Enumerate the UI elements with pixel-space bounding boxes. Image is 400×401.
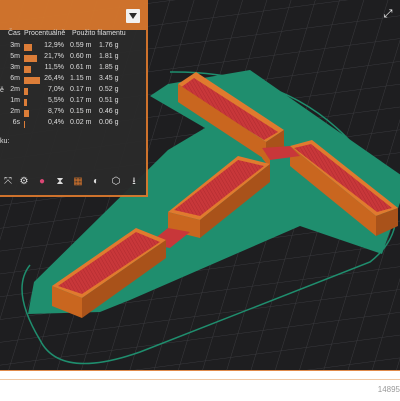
legend-row-time: 1m: [10, 97, 20, 104]
legend-row-bar: [24, 44, 32, 51]
legend-panel: Čas Procentuálně Použito filamentu 3m 12,…: [0, 0, 148, 197]
legend-row: 3m 12,9% 0.59 m 1.76 g: [0, 42, 148, 53]
legend-row-meters: 0.15 m: [70, 108, 92, 115]
legend-row-bar: [24, 99, 27, 106]
legend-row-bar: [24, 110, 29, 117]
legend-toolbar: ⤧ ⚙ ● ⧗ ▦ ◐ ⬡ ⭳: [0, 172, 146, 194]
legend-row: 6m 26,4% 1.15 m 3.45 g: [0, 75, 148, 86]
legend-row-time: 6m: [10, 75, 20, 82]
legend-row-time: 3m: [10, 42, 20, 49]
expand-icon[interactable]: ⤢: [380, 6, 396, 22]
legend-row-percent: 5,5%: [48, 97, 64, 104]
status-number: 14895: [377, 385, 400, 394]
legend-row-time: 2m: [10, 108, 20, 115]
cube-icon[interactable]: ⬡: [110, 176, 122, 188]
legend-row-bar: [24, 66, 31, 73]
status-bar: 14895: [0, 370, 400, 401]
column-percent-header: Procentuálně: [24, 30, 66, 37]
legend-row-bar: [24, 55, 37, 62]
legend-row-percent: 21,7%: [44, 53, 64, 60]
settings-icon[interactable]: ⚙: [18, 176, 30, 188]
legend-row-grams: 1.85 g: [99, 64, 119, 71]
legend-row-grams: 0.46 g: [99, 108, 119, 115]
column-filament-header: Použito filamentu: [72, 30, 126, 37]
legend-row-bar: [24, 121, 25, 128]
legend-row-time: 5m: [10, 53, 20, 60]
legend-row-percent: 26,4%: [44, 75, 64, 82]
progress-line: [0, 379, 400, 380]
color-icon[interactable]: ●: [36, 176, 48, 188]
legend-row-percent: 8,7%: [48, 108, 64, 115]
row-prefix-partial: ě: [0, 87, 4, 94]
hourglass-icon[interactable]: ⧗: [54, 176, 66, 188]
column-time-header: Čas: [8, 30, 21, 37]
legend-row-grams: 1.76 g: [99, 42, 119, 49]
legend-row-grams: 3.45 g: [99, 75, 119, 82]
legend-row-meters: 0.17 m: [70, 86, 92, 93]
legend-row-percent: 7,0%: [48, 86, 64, 93]
legend-footer: ku:: [0, 138, 10, 145]
move-icon[interactable]: ⤧: [2, 176, 14, 188]
legend-row-grams: 1.81 g: [99, 53, 119, 60]
legend-row-percent: 11,5%: [44, 64, 64, 71]
legend-row: 5m 21,7% 0.60 m 1.81 g: [0, 53, 148, 64]
legend-row-time: 2m: [10, 86, 20, 93]
legend-row-bar: [24, 88, 28, 95]
legend-row-percent: 12,9%: [44, 42, 64, 49]
legend-row: 3m 11,5% 0.61 m 1.85 g: [0, 64, 148, 75]
checker-icon[interactable]: ◐: [90, 176, 102, 188]
legend-row-time: 6s: [12, 119, 20, 126]
legend-row-meters: 1.15 m: [70, 75, 92, 82]
collapse-legend-button[interactable]: [126, 9, 140, 23]
legend-row-meters: 0.59 m: [70, 42, 92, 49]
legend-row-meters: 0.61 m: [70, 64, 92, 71]
legend-row: 1m 5,5% 0.17 m 0.51 g: [0, 97, 148, 108]
legend-row: 6s 0,4% 0.02 m 0.06 g: [0, 119, 148, 130]
legend-row-grams: 0.51 g: [99, 97, 119, 104]
legend-row-meters: 0.02 m: [70, 119, 92, 126]
legend-row: 2m 8,7% 0.15 m 0.46 g: [0, 108, 148, 119]
legend-row-grams: 0.52 g: [99, 86, 119, 93]
legend-row: 2m 7,0% 0.17 m 0.52 g: [0, 86, 148, 97]
legend-row-percent: 0,4%: [48, 119, 64, 126]
legend-row-grams: 0.06 g: [99, 119, 119, 126]
legend-row-meters: 0.60 m: [70, 53, 92, 60]
legend-row-time: 3m: [10, 64, 20, 71]
legend-row-meters: 0.17 m: [70, 97, 92, 104]
legend-row-bar: [24, 77, 40, 84]
legend-header: [0, 0, 148, 30]
compare-icon[interactable]: ▦: [72, 176, 84, 188]
download-icon[interactable]: ⭳: [128, 176, 140, 188]
